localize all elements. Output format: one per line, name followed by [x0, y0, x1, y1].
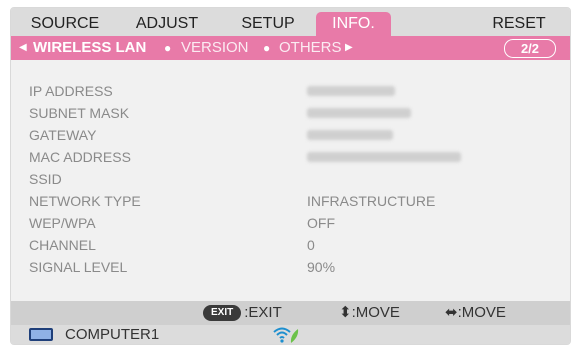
row-label: WEP/WPA [29, 215, 96, 231]
osd-menu-window: SOURCE ADJUST SETUP INFO. RESET ◀ WIRELE… [10, 7, 571, 345]
row-value-obscured [307, 146, 461, 168]
tab-info[interactable]: INFO. [316, 12, 391, 36]
separator-dot-icon: ● [164, 41, 172, 55]
row-value-obscured [307, 80, 395, 102]
tab-adjust[interactable]: ADJUST [125, 12, 209, 36]
row-label: MAC ADDRESS [29, 149, 131, 165]
row-label: NETWORK TYPE [29, 193, 141, 209]
tab-reset[interactable]: RESET [483, 12, 555, 36]
info-panel: IP ADDRESS SUBNET MASK GATEWAY MAC ADDRE… [11, 60, 570, 301]
row-label: IP ADDRESS [29, 83, 113, 99]
row-label: SIGNAL LEVEL [29, 259, 128, 275]
row-label: SSID [29, 171, 62, 187]
subtab-others[interactable]: OTHERS [279, 36, 342, 60]
row-value-obscured [307, 124, 393, 146]
page-indicator: 2/2 [504, 39, 556, 58]
move-horizontal-hint: ⬌:MOVE [445, 304, 506, 321]
wireless-signal-icon [273, 327, 299, 343]
move-vertical-hint: ⬍:MOVE [339, 304, 400, 321]
row-value: 90% [307, 259, 336, 275]
exit-key-icon: EXIT [203, 305, 242, 322]
right-arrow-icon[interactable]: ▶ [345, 36, 353, 60]
separator-dot-icon: ● [263, 41, 271, 55]
input-source-label: COMPUTER1 [65, 326, 160, 343]
row-label: SUBNET MASK [29, 105, 130, 121]
left-arrow-icon[interactable]: ◀ [19, 36, 27, 60]
computer-input-icon [29, 328, 53, 341]
submenu-bar: ◀ WIRELESS LAN ● VERSION ● OTHERS ▶ 2/2 [11, 36, 570, 60]
row-value: OFF [307, 215, 335, 231]
row-value: 0 [307, 237, 315, 253]
main-menu-bar: SOURCE ADJUST SETUP INFO. RESET [11, 8, 570, 36]
subtab-wireless-lan[interactable]: WIRELESS LAN [33, 36, 146, 60]
row-label: CHANNEL [29, 237, 96, 253]
row-value: INFRASTRUCTURE [307, 193, 436, 209]
key-guide-bar: EXIT:EXIT ⬍:MOVE ⬌:MOVE [11, 301, 570, 325]
tab-setup[interactable]: SETUP [229, 12, 307, 36]
row-label: GATEWAY [29, 127, 97, 143]
exit-hint[interactable]: EXIT:EXIT [203, 301, 282, 325]
status-bar: COMPUTER1 [11, 325, 570, 344]
exit-hint-label: :EXIT [244, 304, 282, 321]
row-value-obscured [307, 102, 411, 124]
tab-source[interactable]: SOURCE [23, 12, 107, 36]
subtab-version[interactable]: VERSION [181, 36, 249, 60]
